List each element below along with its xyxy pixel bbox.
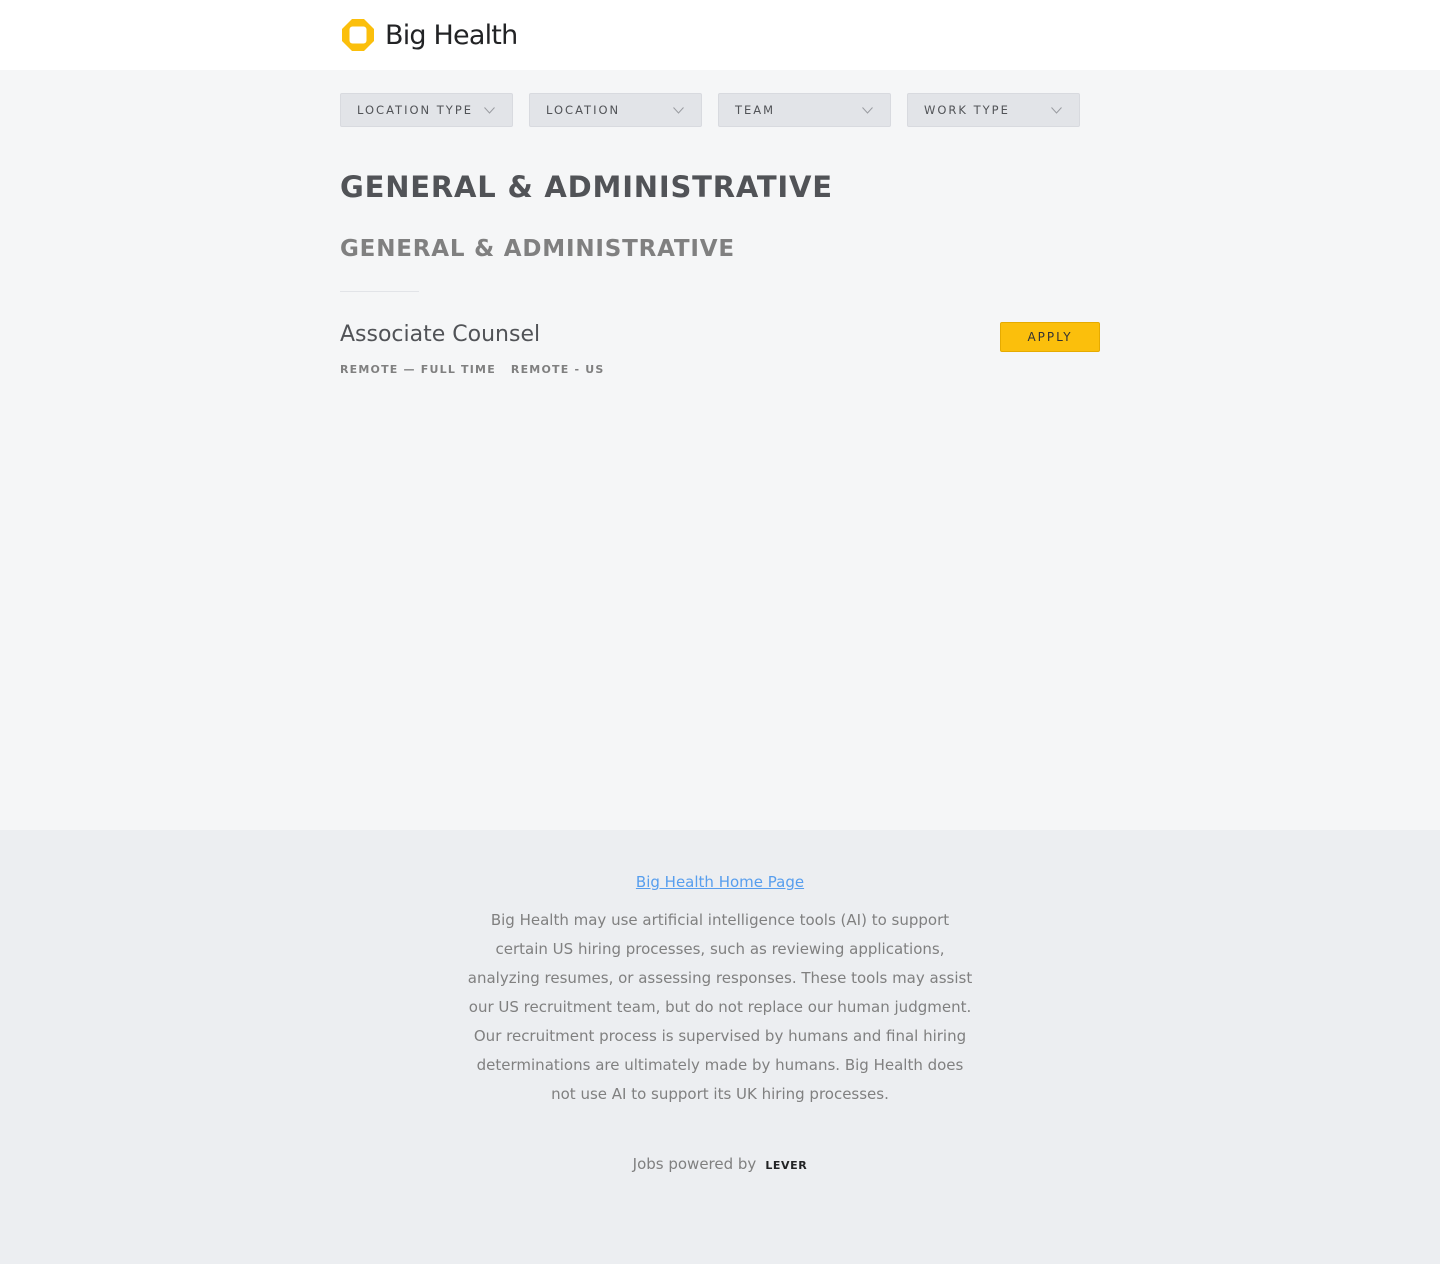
posting-tag-commitment: REMOTE — FULL TIME bbox=[340, 363, 496, 376]
page-title: GENERAL & ADMINISTRATIVE bbox=[340, 170, 833, 204]
filter-label: LOCATION bbox=[546, 103, 621, 117]
apply-button[interactable]: APPLY bbox=[1000, 322, 1100, 352]
lever-logo[interactable]: LEVER bbox=[765, 1159, 807, 1172]
page-footer: Big Health Home Page Big Health may use … bbox=[0, 830, 1440, 1264]
posting-title-link[interactable]: Associate Counsel bbox=[340, 322, 540, 347]
footer-link-row: Big Health Home Page bbox=[0, 873, 1440, 891]
page-header: Big Health bbox=[0, 0, 1440, 70]
filter-team[interactable]: TEAM bbox=[718, 93, 891, 127]
posting-tag-location: REMOTE - US bbox=[510, 363, 605, 376]
posting-tags: REMOTE — FULL TIME REMOTE - US bbox=[340, 363, 605, 376]
big-health-logo[interactable]: Big Health bbox=[341, 18, 518, 52]
filter-location-type[interactable]: LOCATION TYPE bbox=[340, 93, 513, 127]
chevron-down-icon bbox=[484, 106, 495, 114]
powered-by-text: Jobs powered by bbox=[632, 1155, 757, 1173]
filter-label: LOCATION TYPE bbox=[357, 103, 474, 117]
powered-by: Jobs powered by LEVER bbox=[0, 1155, 1440, 1173]
chevron-down-icon bbox=[862, 106, 873, 114]
brand-name: Big Health bbox=[385, 19, 518, 51]
filter-work-type[interactable]: WORK TYPE bbox=[907, 93, 1080, 127]
group-divider bbox=[340, 291, 419, 292]
chevron-down-icon bbox=[673, 106, 684, 114]
home-page-link[interactable]: Big Health Home Page bbox=[636, 873, 804, 891]
filter-location[interactable]: LOCATION bbox=[529, 93, 702, 127]
main-content: LOCATION TYPE LOCATION TEAM WORK TYPE GE… bbox=[0, 70, 1440, 830]
group-title: GENERAL & ADMINISTRATIVE bbox=[340, 236, 735, 262]
filter-bar: LOCATION TYPE LOCATION TEAM WORK TYPE bbox=[340, 93, 1080, 127]
filter-label: WORK TYPE bbox=[924, 103, 1010, 117]
chevron-down-icon bbox=[1051, 106, 1062, 114]
job-posting: Associate Counsel REMOTE — FULL TIME REM… bbox=[340, 320, 1100, 390]
filter-label: TEAM bbox=[735, 103, 776, 117]
ai-disclaimer: Big Health may use artificial intelligen… bbox=[467, 911, 973, 1103]
rounded-square-logo-icon bbox=[342, 19, 374, 51]
